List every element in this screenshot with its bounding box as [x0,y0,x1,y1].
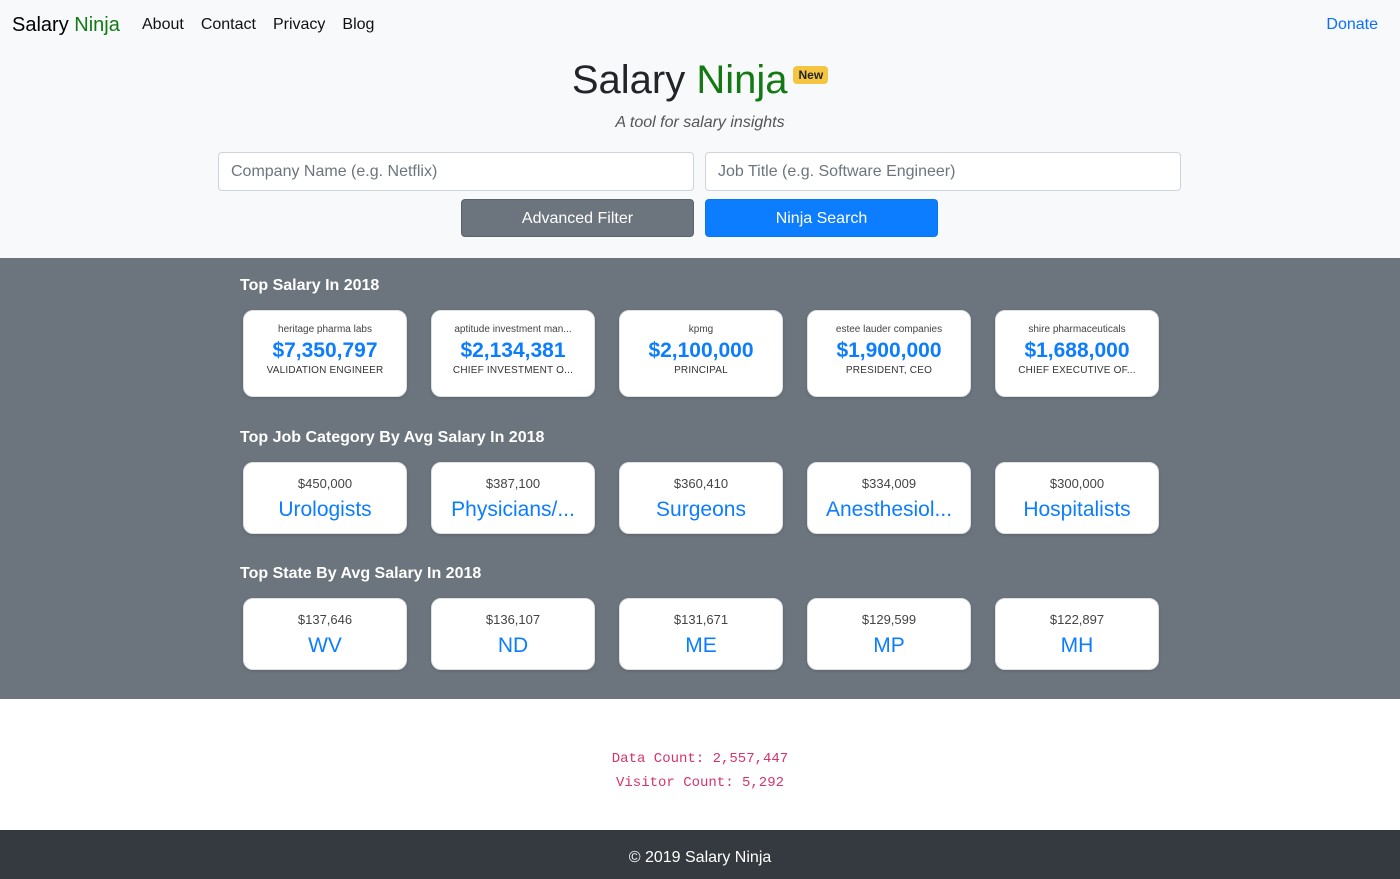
category-card-amount: $334,009 [861,476,917,491]
salary-card[interactable]: aptitude investment man... $2,134,381 CH… [431,310,595,397]
category-card-label: Physicians/... [451,498,575,521]
top-salary-cards: heritage pharma labs $7,350,797 VALIDATI… [243,310,1159,397]
category-card[interactable]: $450,000 Urologists [243,462,407,534]
page-subtitle: A tool for salary insights [615,114,785,131]
category-card-amount: $450,000 [297,476,353,491]
advanced-filter-button[interactable]: Advanced Filter [461,199,694,237]
category-card-amount: $360,410 [673,476,729,491]
category-card-amount: $300,000 [1049,476,1105,491]
top-state-cards: $137,646 WV $136,107 ND $131,671 ME $129… [243,598,1159,670]
salary-card-company: heritage pharma labs [278,324,372,335]
title-ninja: Ninja [696,58,788,102]
state-card[interactable]: $122,897 MH [995,598,1159,670]
company-name-input[interactable] [218,152,694,191]
salary-card-company: shire pharmaceuticals [1028,324,1126,335]
nav-link-privacy[interactable]: Privacy [273,16,325,34]
nav-link-blog[interactable]: Blog [342,16,374,34]
state-card[interactable]: $137,646 WV [243,598,407,670]
category-card[interactable]: $334,009 Anesthesiol... [807,462,971,534]
salary-card-company: kpmg [688,324,714,335]
state-card-label: ME [685,634,717,657]
salary-card[interactable]: shire pharmaceuticals $1,688,000 CHIEF E… [995,310,1159,397]
data-count: Data Count: 2,557,447 [611,751,789,767]
salary-card-role: PRESIDENT, CEO [845,365,933,376]
salary-card-amount: $1,688,000 [1024,339,1130,362]
state-card[interactable]: $129,599 MP [807,598,971,670]
state-card-amount: $137,646 [297,612,353,627]
state-card-label: MH [1060,634,1094,657]
brand-ninja: Ninja [74,14,120,36]
state-card-label: MP [873,634,905,657]
footer: © 2019 Salary Ninja [0,830,1400,879]
salary-card-role: CHIEF INVESTMENT O... [452,365,574,376]
stats-section: Data Count: 2,557,447 Visitor Count: 5,2… [0,699,1400,830]
salary-card-amount: $1,900,000 [836,339,942,362]
state-card-amount: $136,107 [485,612,541,627]
copyright-text: © 2019 Salary Ninja [628,849,772,866]
state-card-amount: $129,599 [861,612,917,627]
nav-link-contact[interactable]: Contact [201,16,256,34]
top-salary-heading: Top Salary In 2018 [240,277,380,294]
category-card-amount: $387,100 [485,476,541,491]
title-salary: Salary [571,58,686,102]
top-category-cards: $450,000 Urologists $387,100 Physicians/… [243,462,1159,534]
salary-card-company: estee lauder companies [835,324,943,335]
ninja-search-button[interactable]: Ninja Search [705,199,938,237]
brand-salary: Salary [12,14,69,36]
category-card[interactable]: $360,410 Surgeons [619,462,783,534]
category-card-label: Urologists [278,498,372,521]
salary-card-role: PRINCIPAL [674,365,728,376]
brand-logo[interactable]: Salary Ninja [12,14,120,37]
job-title-input[interactable] [705,152,1181,191]
top-state-heading: Top State By Avg Salary In 2018 [240,565,482,582]
state-card-amount: $122,897 [1049,612,1105,627]
new-badge: New [793,66,829,84]
hero: Salary Ninja New A tool for salary insigh… [0,52,1400,258]
visitor-count: Visitor Count: 5,292 [615,775,785,791]
category-card[interactable]: $300,000 Hospitalists [995,462,1159,534]
category-card-label: Hospitalists [1023,498,1131,521]
salary-card-amount: $2,100,000 [648,339,754,362]
salary-card-amount: $7,350,797 [272,339,378,362]
navbar: Salary Ninja About Contact Privacy Blog … [0,0,1400,52]
category-card[interactable]: $387,100 Physicians/... [431,462,595,534]
salary-card[interactable]: estee lauder companies $1,900,000 PRESID… [807,310,971,397]
salary-card[interactable]: kpmg $2,100,000 PRINCIPAL [619,310,783,397]
top-category-heading: Top Job Category By Avg Salary In 2018 [240,429,545,446]
state-card-label: WV [308,634,342,657]
category-card-label: Anesthesiol... [825,498,953,521]
insights-panel: Top Salary In 2018 heritage pharma labs … [0,258,1400,699]
category-card-label: Surgeons [656,498,746,521]
nav-link-about[interactable]: About [142,16,184,34]
state-card[interactable]: $136,107 ND [431,598,595,670]
state-card-amount: $131,671 [673,612,729,627]
salary-card-role: CHIEF EXECUTIVE OF... [1018,365,1136,376]
salary-card-amount: $2,134,381 [460,339,566,362]
state-card-label: ND [497,634,529,657]
salary-card-company: aptitude investment man... [454,324,572,335]
page-title: Salary Ninja New [0,57,1400,103]
salary-card[interactable]: heritage pharma labs $7,350,797 VALIDATI… [243,310,407,397]
donate-link[interactable]: Donate [1326,16,1378,34]
state-card[interactable]: $131,671 ME [619,598,783,670]
nav-links: About Contact Privacy Blog [142,16,374,34]
salary-card-role: VALIDATION ENGINEER [266,365,384,376]
